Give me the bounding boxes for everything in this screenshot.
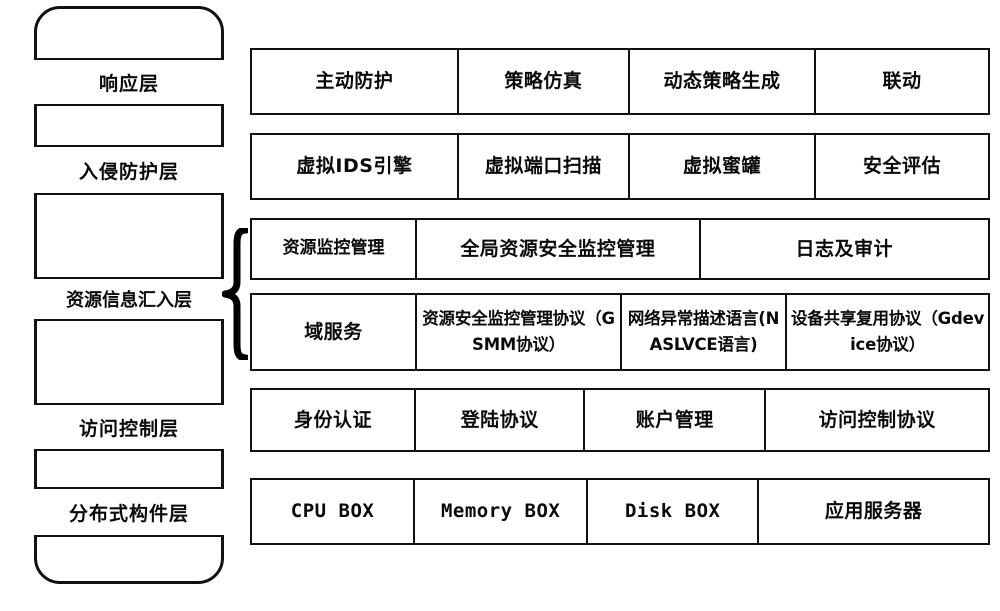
cell-label: CPU BOX <box>290 500 375 523</box>
cell-label: 虚拟端口扫描 <box>484 155 602 178</box>
cell-active-defense[interactable]: 主动防护 <box>252 50 459 113</box>
cell-identity-authentication[interactable]: 身份认证 <box>252 390 417 450</box>
cell-disk-box[interactable]: Disk BOX <box>588 480 760 543</box>
cell-label: 设备共享复用协议（Gdevice协议） <box>790 309 985 354</box>
cell-logging-and-audit[interactable]: 日志及审计 <box>701 220 988 278</box>
stack-band-response[interactable]: 响应层 <box>34 58 224 106</box>
cell-label: 账户管理 <box>635 408 714 431</box>
cell-label: Disk BOX <box>624 500 721 523</box>
cell-dynamic-policy-generation[interactable]: 动态策略生成 <box>630 50 816 113</box>
stack-band-label: 访问控制层 <box>78 417 179 440</box>
resource-monitoring-row: 资源监控管理 全局资源安全监控管理 日志及审计 <box>250 218 990 280</box>
cell-label: 虚拟蜜罐 <box>682 155 761 178</box>
cell-domain-service[interactable]: 域服务 <box>252 295 418 369</box>
cell-label: 访问控制协议 <box>818 408 936 431</box>
cell-security-assessment[interactable]: 安全评估 <box>816 135 988 198</box>
cell-linkage[interactable]: 联动 <box>816 50 988 113</box>
cell-label: 主动防护 <box>315 70 394 93</box>
cell-label: 登陆协议 <box>460 408 539 431</box>
stack-band-label: 响应层 <box>98 72 159 95</box>
cell-label: 应用服务器 <box>824 500 923 523</box>
cell-label: 联动 <box>882 70 922 93</box>
cell-virtual-honeypot[interactable]: 虚拟蜜罐 <box>630 135 816 198</box>
stack-band-intrusion-prevention[interactable]: 入侵防护层 <box>34 145 224 195</box>
cell-gsmm-protocol[interactable]: 资源安全监控管理协议（GSMM协议） <box>417 295 622 369</box>
stack-band-access-control[interactable]: 访问控制层 <box>34 403 224 451</box>
protocol-row: 域服务 资源安全监控管理协议（GSMM协议） 网络异常描述语言(NASLVCE语… <box>250 293 990 371</box>
stack-band-label: 入侵防护层 <box>78 160 179 183</box>
cell-memory-box[interactable]: Memory BOX <box>415 480 589 543</box>
cell-login-protocol[interactable]: 登陆协议 <box>416 390 586 450</box>
cell-resource-monitoring-management[interactable]: 资源监控管理 <box>252 220 418 278</box>
stack-band-label: 资源信息汇入层 <box>66 290 192 311</box>
cell-cpu-box[interactable]: CPU BOX <box>252 480 416 543</box>
cell-label: 动态策略生成 <box>663 70 781 93</box>
cell-label: 策略仿真 <box>504 70 583 93</box>
cell-access-control-protocol[interactable]: 访问控制协议 <box>766 390 988 450</box>
cell-account-management[interactable]: 账户管理 <box>585 390 767 450</box>
access-control-row: 身份认证 登陆协议 账户管理 访问控制协议 <box>250 388 990 452</box>
cell-virtual-port-scan[interactable]: 虚拟端口扫描 <box>459 135 630 198</box>
intrusion-prevention-row: 虚拟IDS引擎 虚拟端口扫描 虚拟蜜罐 安全评估 <box>250 133 990 200</box>
cell-label: 域服务 <box>304 320 363 343</box>
diagram-canvas: 响应层 入侵防护层 资源信息汇入层 访问控制层 分布式构件层 主动防护 策略仿真… <box>0 0 1000 611</box>
cell-naslvce-language[interactable]: 网络异常描述语言(NASLVCE语言) <box>622 295 788 369</box>
cell-application-server[interactable]: 应用服务器 <box>759 480 988 543</box>
curly-brace-left-icon <box>222 228 248 360</box>
stack-band-resource-information[interactable]: 资源信息汇入层 <box>34 277 224 321</box>
cell-label: 日志及审计 <box>795 237 894 260</box>
cell-label: 全局资源安全监控管理 <box>460 237 656 260</box>
cell-label: 虚拟IDS引擎 <box>296 155 413 178</box>
cell-virtual-ids-engine[interactable]: 虚拟IDS引擎 <box>252 135 459 198</box>
cell-gdevice-protocol[interactable]: 设备共享复用协议（Gdevice协议） <box>787 295 988 369</box>
response-layer-row: 主动防护 策略仿真 动态策略生成 联动 <box>250 48 990 115</box>
cell-label: 资源监控管理 <box>282 238 385 259</box>
distributed-components-row: CPU BOX Memory BOX Disk BOX 应用服务器 <box>250 478 990 545</box>
layer-stack-container: 响应层 入侵防护层 资源信息汇入层 访问控制层 分布式构件层 <box>34 6 224 584</box>
cell-label: 身份认证 <box>294 408 373 431</box>
stack-band-label: 分布式构件层 <box>68 502 189 525</box>
stack-band-distributed-components[interactable]: 分布式构件层 <box>34 487 224 537</box>
cell-policy-simulation[interactable]: 策略仿真 <box>459 50 630 113</box>
cell-label: 网络异常描述语言(NASLVCE语言) <box>627 309 780 354</box>
cell-label: 资源安全监控管理协议（GSMM协议） <box>422 309 615 354</box>
cell-label: Memory BOX <box>440 500 561 523</box>
cell-label: 安全评估 <box>862 155 941 178</box>
cell-global-resource-security-monitoring[interactable]: 全局资源安全监控管理 <box>417 220 701 278</box>
